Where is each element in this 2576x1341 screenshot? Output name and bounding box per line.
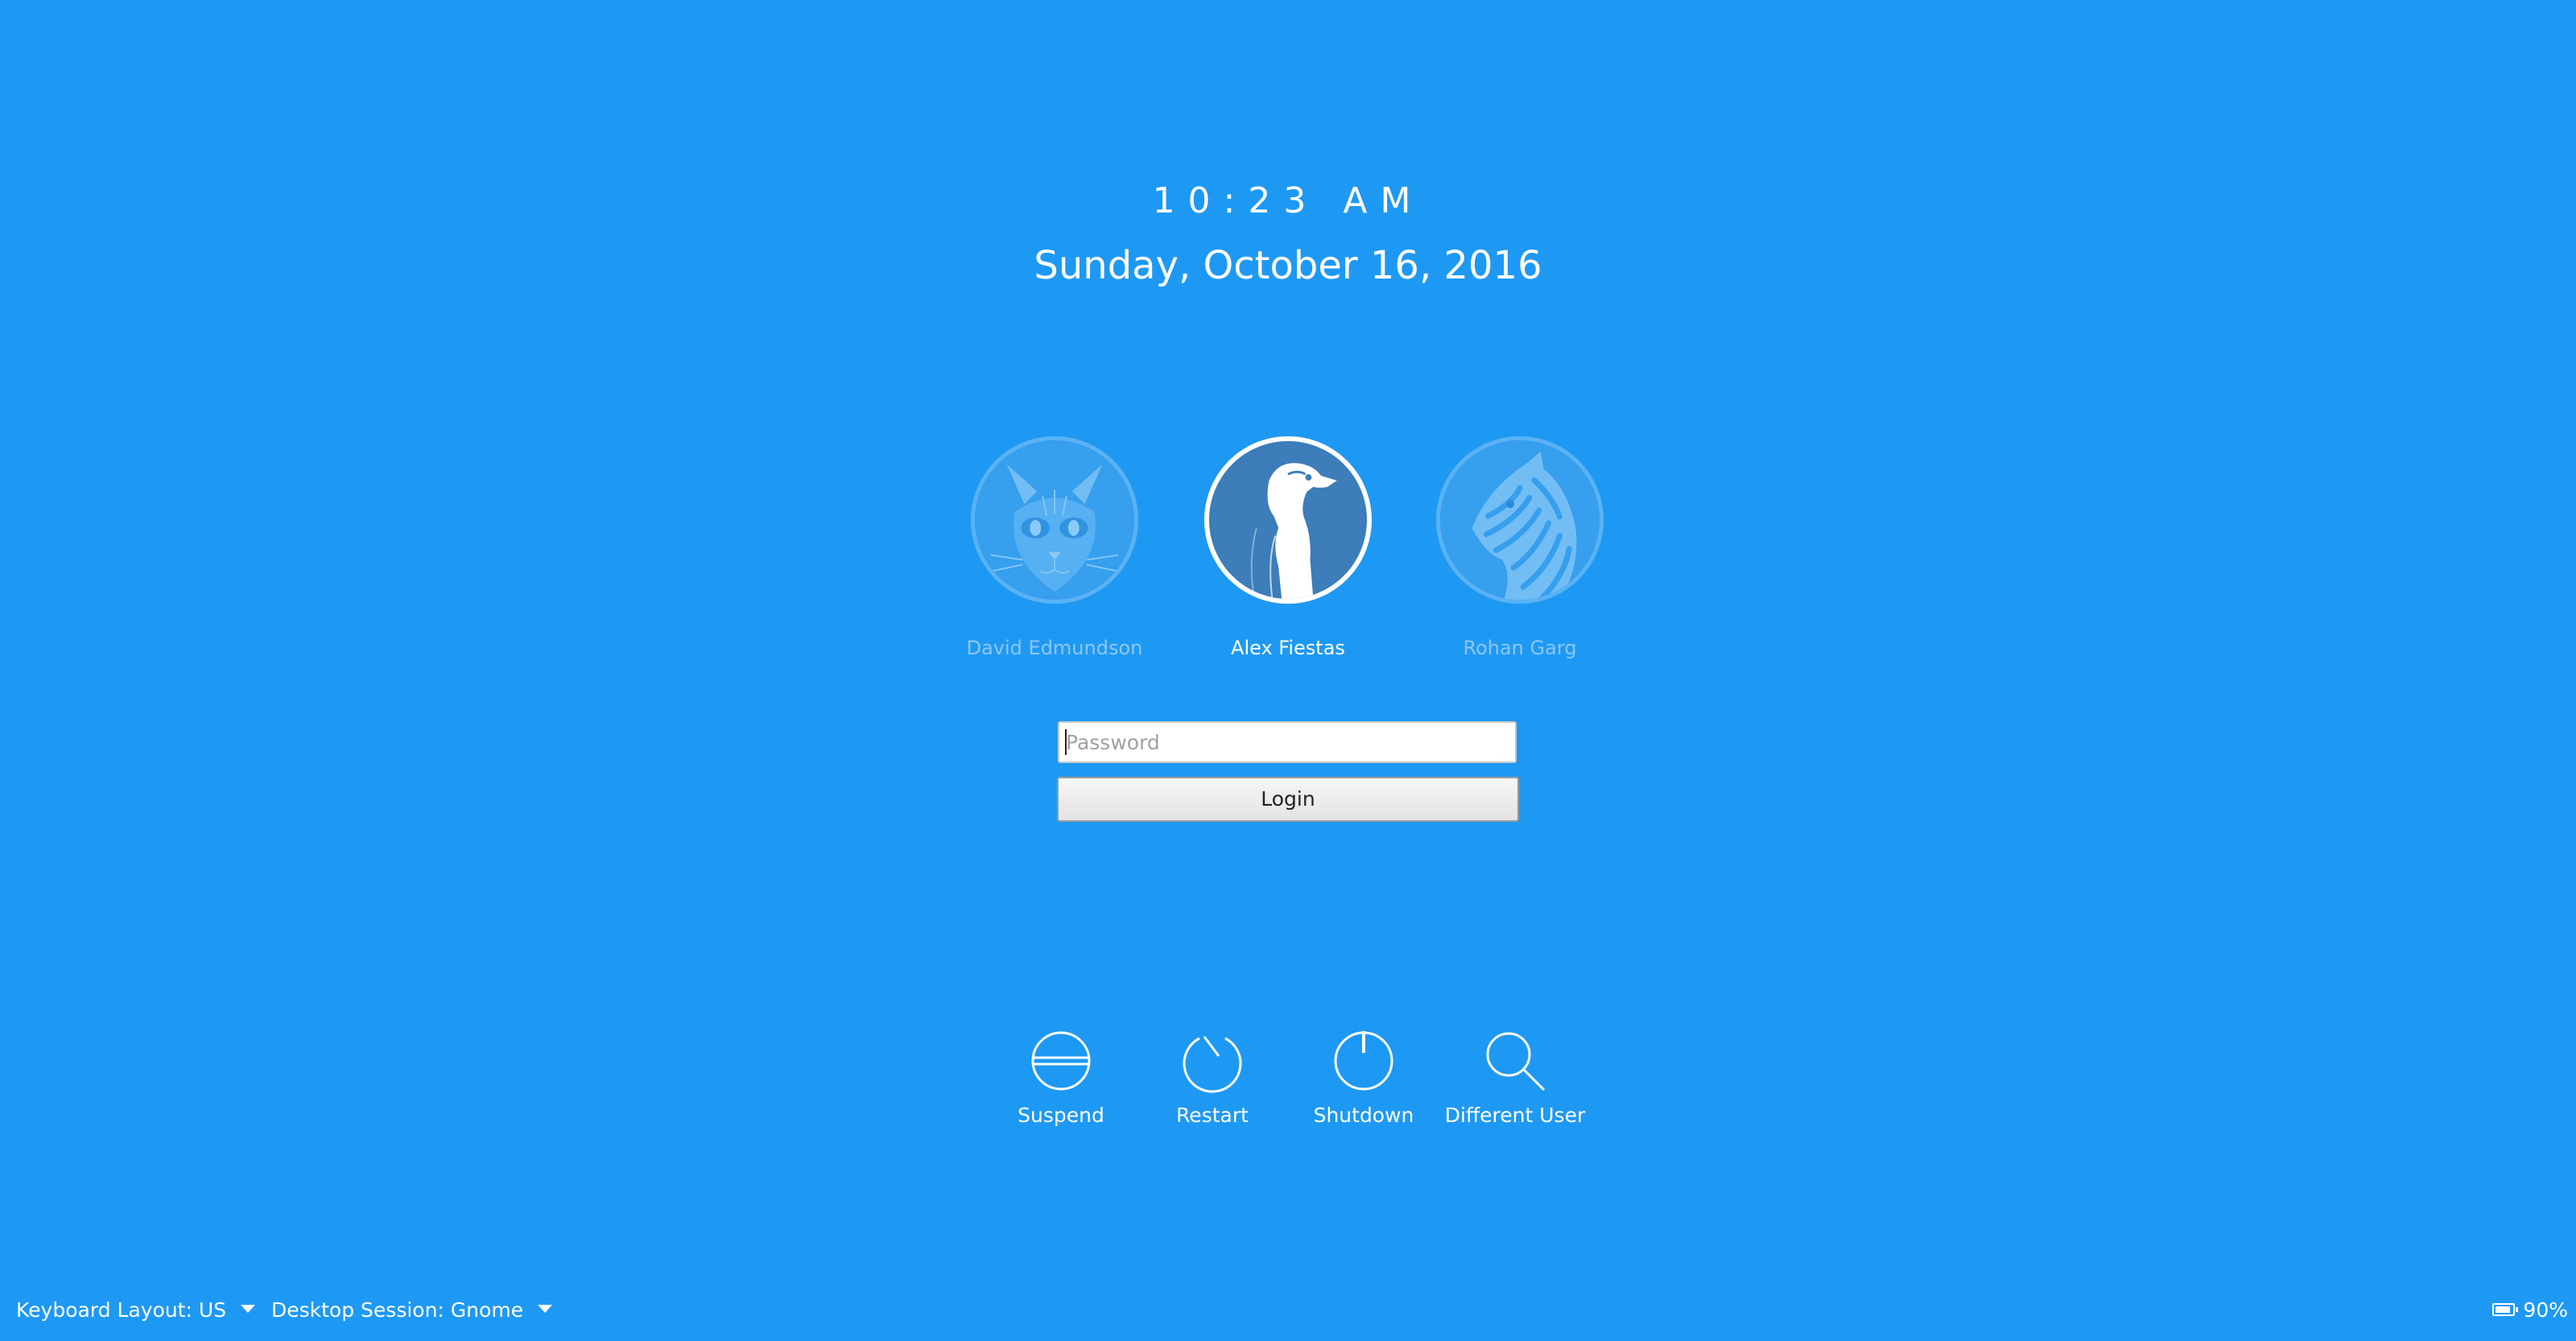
- cat-avatar-icon: [971, 436, 1138, 604]
- suspend-icon: [1031, 1031, 1091, 1091]
- clock-date: Sunday, October 16, 2016: [1034, 243, 1542, 288]
- battery-indicator: 90%: [2492, 1298, 2568, 1323]
- login-button[interactable]: Login: [1057, 777, 1519, 822]
- user-david-edmundson[interactable]: David Edmundson: [934, 436, 1175, 660]
- action-label: Different User: [1444, 1104, 1586, 1127]
- password-input[interactable]: [1058, 721, 1517, 763]
- keyboard-layout-label: Keyboard Layout: US: [16, 1298, 226, 1322]
- user-name: David Edmundson: [966, 637, 1143, 659]
- shutdown-icon: [1334, 1031, 1393, 1091]
- battery-percent: 90%: [2523, 1298, 2568, 1322]
- penguin-avatar-icon: [1204, 436, 1372, 604]
- user-alex-fiestas[interactable]: Alex Fiestas: [1167, 436, 1409, 660]
- keyboard-layout-dropdown[interactable]: Keyboard Layout: US: [16, 1298, 255, 1323]
- restart-icon: [1183, 1036, 1242, 1093]
- desktop-session-dropdown[interactable]: Desktop Session: Gnome: [271, 1298, 553, 1323]
- user-name: Rohan Garg: [1463, 637, 1577, 659]
- search-icon: [1486, 1032, 1546, 1091]
- zebra-avatar-icon: [1436, 436, 1604, 604]
- chevron-down-icon: [538, 1305, 553, 1313]
- battery-icon: [2492, 1303, 2519, 1316]
- user-rohan-garg[interactable]: Rohan Garg: [1399, 436, 1641, 660]
- different-user-button[interactable]: Different User: [1418, 1027, 1612, 1129]
- text-caret: [1065, 729, 1067, 755]
- user-name: Alex Fiestas: [1231, 637, 1345, 659]
- chevron-down-icon: [241, 1305, 255, 1313]
- clock-time: 10:23 AM: [1152, 180, 1424, 221]
- desktop-session-label: Desktop Session: Gnome: [271, 1298, 524, 1322]
